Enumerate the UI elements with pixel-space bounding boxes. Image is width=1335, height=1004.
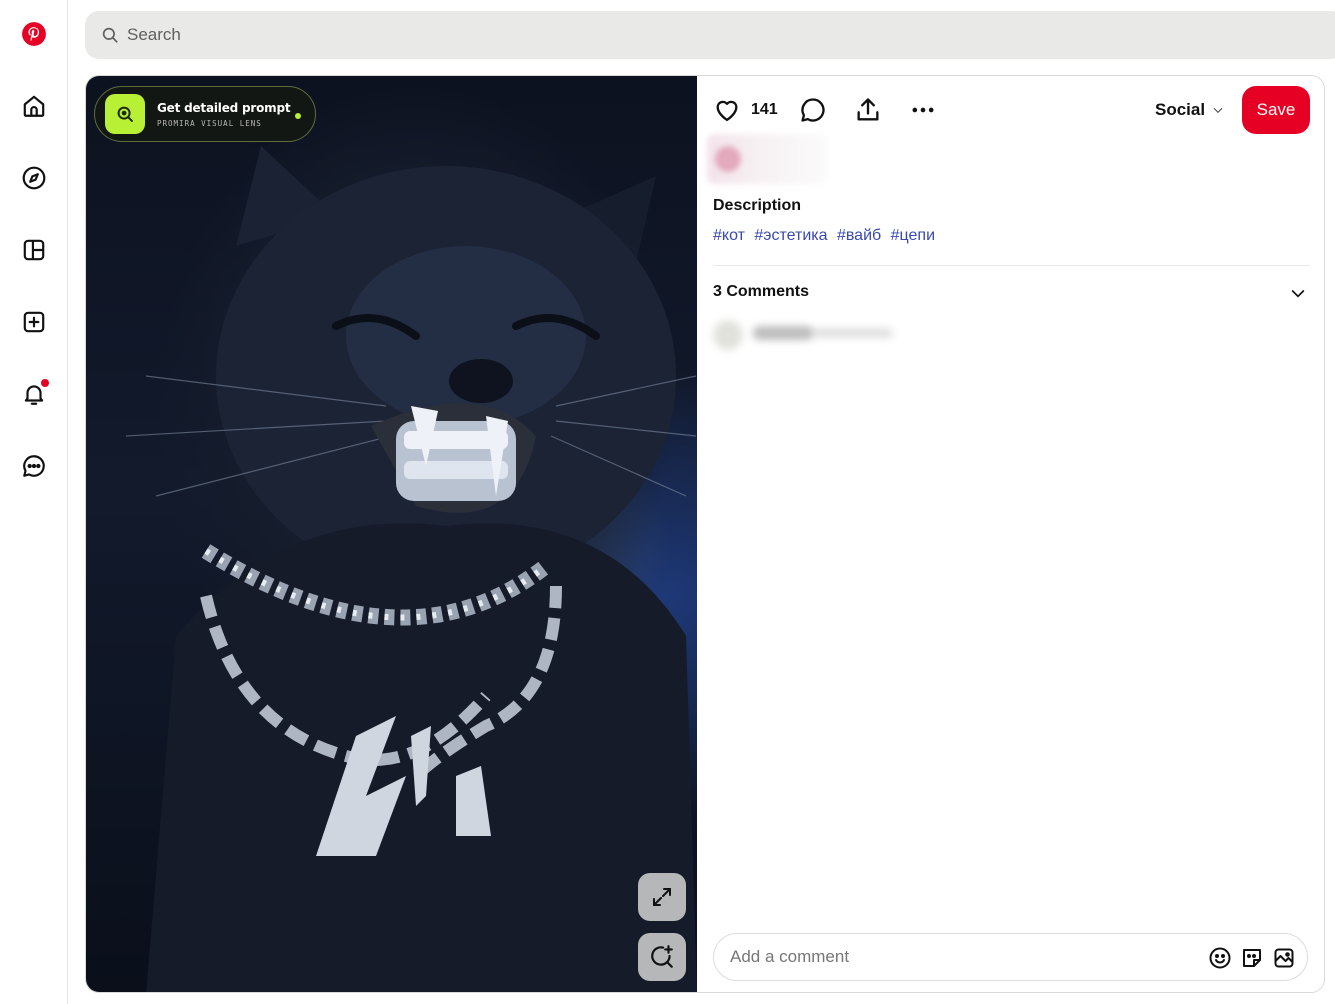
sidebar-item-create[interactable] bbox=[14, 302, 54, 342]
emoji-button[interactable] bbox=[1207, 945, 1233, 971]
lens-subtitle: PROMIRA VISUAL LENS bbox=[157, 118, 262, 128]
lens-prompt-button[interactable]: Get detailed prompt PROMIRA VISUAL LENS bbox=[94, 86, 316, 142]
search-bar[interactable] bbox=[85, 11, 1335, 59]
chevron-down-icon bbox=[1291, 289, 1305, 298]
pin-image[interactable]: Get detailed prompt PROMIRA VISUAL LENS bbox=[86, 76, 697, 992]
hashtag-link[interactable]: #эстетика bbox=[754, 227, 827, 244]
comment-input[interactable] bbox=[730, 947, 1180, 967]
chat-icon bbox=[23, 455, 45, 477]
image-button[interactable] bbox=[1271, 945, 1297, 971]
comments-toggle[interactable] bbox=[1286, 281, 1310, 305]
comment-item-blurred bbox=[713, 314, 913, 358]
divider bbox=[713, 265, 1310, 266]
compass-icon bbox=[22, 166, 46, 190]
author-info-blurred[interactable] bbox=[707, 134, 827, 184]
share-button[interactable] bbox=[854, 86, 882, 134]
hashtag-link[interactable]: #цепи bbox=[891, 227, 935, 244]
sticker-button[interactable] bbox=[1239, 945, 1265, 971]
save-button[interactable]: Save bbox=[1242, 86, 1310, 134]
avatar bbox=[713, 320, 743, 350]
comment-button[interactable] bbox=[799, 86, 827, 134]
search-icon bbox=[101, 26, 119, 44]
lens-status-dot bbox=[295, 113, 301, 119]
comment-icon bbox=[801, 98, 825, 122]
emoji-icon bbox=[1209, 947, 1231, 969]
sidebar-item-notifications[interactable] bbox=[14, 374, 54, 414]
sidebar-item-messages[interactable] bbox=[14, 446, 54, 486]
search-input[interactable] bbox=[127, 25, 727, 45]
layout-icon bbox=[23, 239, 45, 261]
heart-icon bbox=[716, 100, 738, 122]
pinterest-logo[interactable] bbox=[14, 14, 54, 54]
avatar bbox=[715, 146, 741, 172]
hashtag-link[interactable]: #вайб bbox=[837, 227, 881, 244]
action-bar: 141 Social Save bbox=[713, 86, 1310, 134]
board-selector[interactable]: Social bbox=[1155, 86, 1225, 134]
share-icon bbox=[857, 98, 879, 121]
description-title: Description bbox=[713, 197, 802, 214]
notification-badge bbox=[41, 379, 49, 387]
sidebar-item-boards[interactable] bbox=[14, 230, 54, 270]
more-icon bbox=[912, 107, 934, 113]
home-icon bbox=[23, 95, 45, 117]
board-name: Social bbox=[1155, 100, 1206, 119]
black-cat-photo bbox=[125, 146, 697, 992]
sidebar-item-home[interactable] bbox=[14, 86, 54, 126]
sidebar bbox=[0, 0, 68, 1004]
plus-square-icon bbox=[23, 311, 45, 333]
lens-search-icon bbox=[105, 94, 145, 134]
chevron-down-icon bbox=[1213, 107, 1223, 114]
image-icon bbox=[1274, 948, 1294, 968]
pin-card: Get detailed prompt PROMIRA VISUAL LENS … bbox=[85, 75, 1325, 993]
sidebar-item-explore[interactable] bbox=[14, 158, 54, 198]
lens-title: Get detailed prompt bbox=[157, 100, 291, 115]
hashtag-link[interactable]: #кот bbox=[713, 227, 745, 244]
like-button[interactable]: 141 bbox=[713, 86, 778, 134]
pinterest-logo-icon bbox=[22, 22, 46, 46]
expand-button[interactable] bbox=[638, 873, 686, 921]
hashtag-list: #кот #эстетика #вайб #цепи bbox=[713, 227, 940, 245]
comment-input-box[interactable] bbox=[713, 933, 1308, 981]
visual-search-icon bbox=[651, 945, 673, 968]
sticker-icon bbox=[1243, 949, 1261, 967]
pin-details: 141 Social Save Description #кот #эстети… bbox=[697, 76, 1324, 992]
visual-search-button[interactable] bbox=[638, 933, 686, 981]
more-options-button[interactable] bbox=[909, 86, 937, 134]
like-count: 141 bbox=[751, 101, 778, 118]
expand-icon bbox=[653, 888, 671, 906]
comments-title: 3 Comments bbox=[713, 283, 810, 300]
